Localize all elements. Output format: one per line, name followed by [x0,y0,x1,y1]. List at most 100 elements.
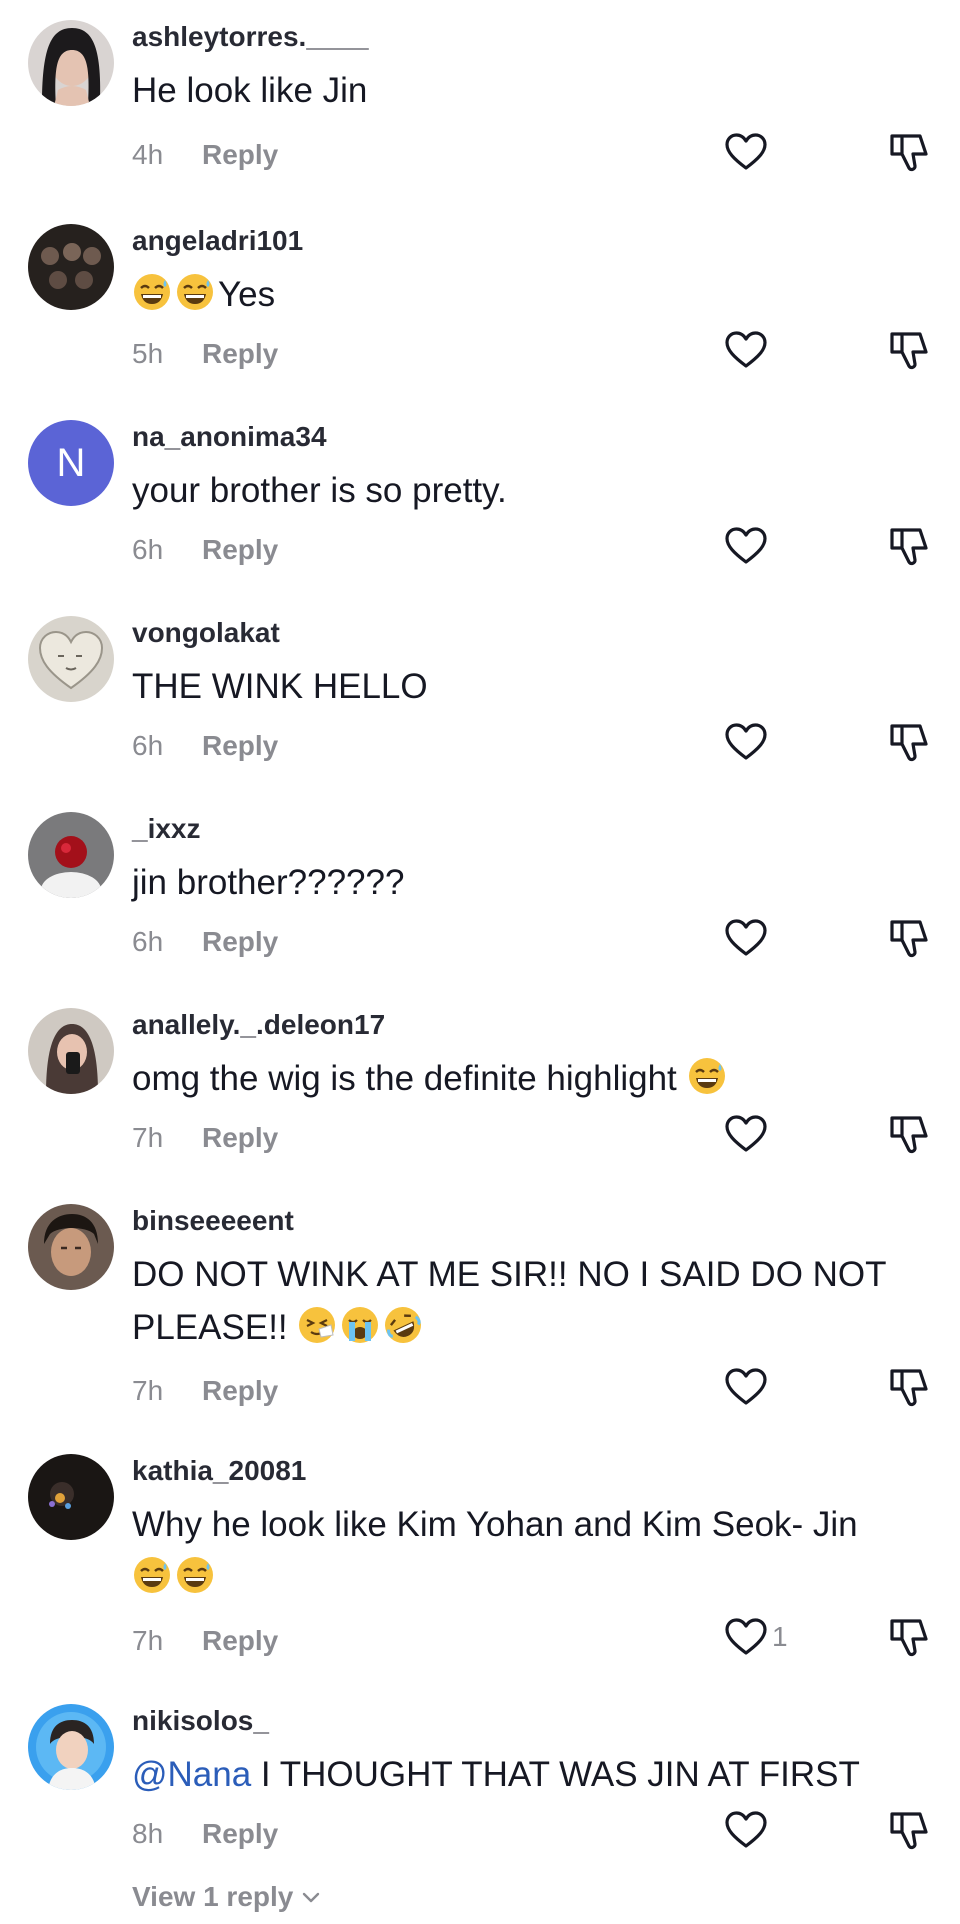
view-replies-button[interactable]: View 1 reply [132,1880,321,1914]
comment-username[interactable]: na_anonima34 [132,420,912,454]
reply-button[interactable]: Reply [202,1625,278,1656]
thumbs-down-outline-icon [890,724,928,762]
comment-time: 7h [132,1625,164,1656]
comment-time: 5h [132,338,164,369]
reply-button[interactable]: Reply [202,1122,278,1153]
comment-username[interactable]: binseeeeent [132,1204,912,1238]
comment-time: 8h [132,1818,164,1849]
thumbs-down-outline-icon [890,920,928,958]
dislike-button[interactable] [886,524,932,570]
heart-outline-icon [725,723,767,760]
comment-text: Why he look like Kim Yohan and Kim Seok-… [132,1498,912,1604]
comment-text: Yes [132,268,912,321]
avatar[interactable] [28,20,114,106]
avatar[interactable] [28,224,114,310]
comment-list: ashleytorres.____ He look like Jin 4h Rep… [0,0,960,1924]
comment-body: angeladri101 Yes [132,224,912,321]
comment-meta: 7h Reply [132,1624,278,1658]
sneezing-face-emoji [299,1307,336,1343]
grinning-sweat-emoji [177,274,213,310]
avatar[interactable] [28,812,114,898]
comment-text-content: I THOUGHT THAT WAS JIN AT FIRST [251,1755,860,1794]
dislike-button[interactable] [886,328,932,374]
avatar-image [28,616,114,702]
like-button[interactable] [724,722,772,766]
comment-meta: 8h Reply [132,1817,278,1851]
thumbs-down-outline-icon [890,134,928,172]
comment-username[interactable]: angeladri101 [132,224,912,258]
comment-body: vongolakat THE WINK HELLO [132,616,912,713]
heart-outline-icon [725,133,767,170]
heart-outline-icon [725,1811,767,1848]
thumbs-down-outline-icon [890,528,928,566]
like-button[interactable] [724,1367,772,1411]
comment-meta: 7h Reply [132,1374,278,1408]
avatar[interactable] [28,1454,114,1540]
reply-button[interactable]: Reply [202,1818,278,1849]
comment-text: He look like Jin [132,71,368,110]
thumbs-down-outline-icon [890,1619,928,1657]
comment-meta: 6h Reply [132,533,278,567]
like-button[interactable] [724,330,772,374]
avatar[interactable]: N [28,420,114,506]
avatar-image [28,224,114,310]
reply-button[interactable]: Reply [202,926,278,957]
comment-username[interactable]: _ixxz [132,812,912,846]
like-button[interactable] [724,1617,772,1661]
thumbs-down-outline-icon [890,1369,928,1407]
thumbs-down-outline-icon [890,1812,928,1850]
comment-username[interactable]: anallely._.deleon17 [132,1008,912,1042]
comment-username[interactable]: kathia_20081 [132,1454,912,1488]
like-button[interactable] [724,1810,772,1854]
avatar[interactable] [28,1204,114,1290]
comment-text: THE WINK HELLO [132,667,428,706]
comment-username[interactable]: nikisolos_ [132,1704,912,1738]
comment-text-content: omg the wig is the definite highlight [132,1059,677,1098]
mention-link[interactable]: @Nana [132,1755,251,1794]
dislike-button[interactable] [886,720,932,766]
grinning-sweat-emoji [134,1557,170,1593]
reply-button[interactable]: Reply [202,1375,278,1406]
comment-meta: 5h Reply [132,337,278,371]
avatar[interactable] [28,1008,114,1094]
comment-text: DO NOT WINK AT ME SIR!! NO I SAID DO NOT… [132,1248,912,1354]
avatar[interactable] [28,1704,114,1790]
comment-body: binseeeeent DO NOT WINK AT ME SIR!! NO I… [132,1204,912,1354]
heart-outline-icon [725,527,767,564]
comment-username[interactable]: vongolakat [132,616,912,650]
reply-button[interactable]: Reply [202,338,278,369]
dislike-button[interactable] [886,916,932,962]
like-count: 1 [772,1621,788,1652]
dislike-button[interactable] [886,1615,932,1661]
reply-button[interactable]: Reply [202,730,278,761]
comment-time: 7h [132,1375,164,1406]
comment-body: _ixxz jin brother?????? [132,812,912,909]
comment-meta: 7h Reply [132,1121,278,1155]
avatar[interactable] [28,616,114,702]
like-button[interactable] [724,918,772,962]
heart-outline-icon [725,919,767,956]
comment-text-content: Yes [218,275,276,314]
like-button[interactable] [724,132,772,176]
like-button[interactable] [724,526,772,570]
reply-button[interactable]: Reply [202,534,278,565]
reply-button[interactable]: Reply [202,139,278,170]
heart-outline-icon [725,331,767,368]
dislike-button[interactable] [886,1365,932,1411]
comment-text-content: Why he look like Kim Yohan and Kim Seok-… [132,1505,858,1544]
comment-body: ashleytorres.____ He look like Jin [132,20,912,117]
like-button[interactable] [724,1114,772,1158]
thumbs-down-outline-icon [890,1116,928,1154]
avatar-image [28,812,114,898]
comment-text-content: DO NOT WINK AT ME SIR!! NO I SAID DO NOT… [132,1255,886,1347]
avatar-image [28,20,114,106]
avatar-letter: N [56,440,86,485]
comment-username[interactable]: ashleytorres.____ [132,20,912,54]
dislike-button[interactable] [886,1112,932,1158]
heart-outline-icon [725,1115,767,1152]
comment-body: na_anonima34 your brother is so pretty. [132,420,912,517]
dislike-button[interactable] [886,1808,932,1854]
comment-body: nikisolos_ @Nana I THOUGHT THAT WAS JIN … [132,1704,912,1801]
heart-outline-icon [725,1368,767,1405]
dislike-button[interactable] [886,130,932,176]
